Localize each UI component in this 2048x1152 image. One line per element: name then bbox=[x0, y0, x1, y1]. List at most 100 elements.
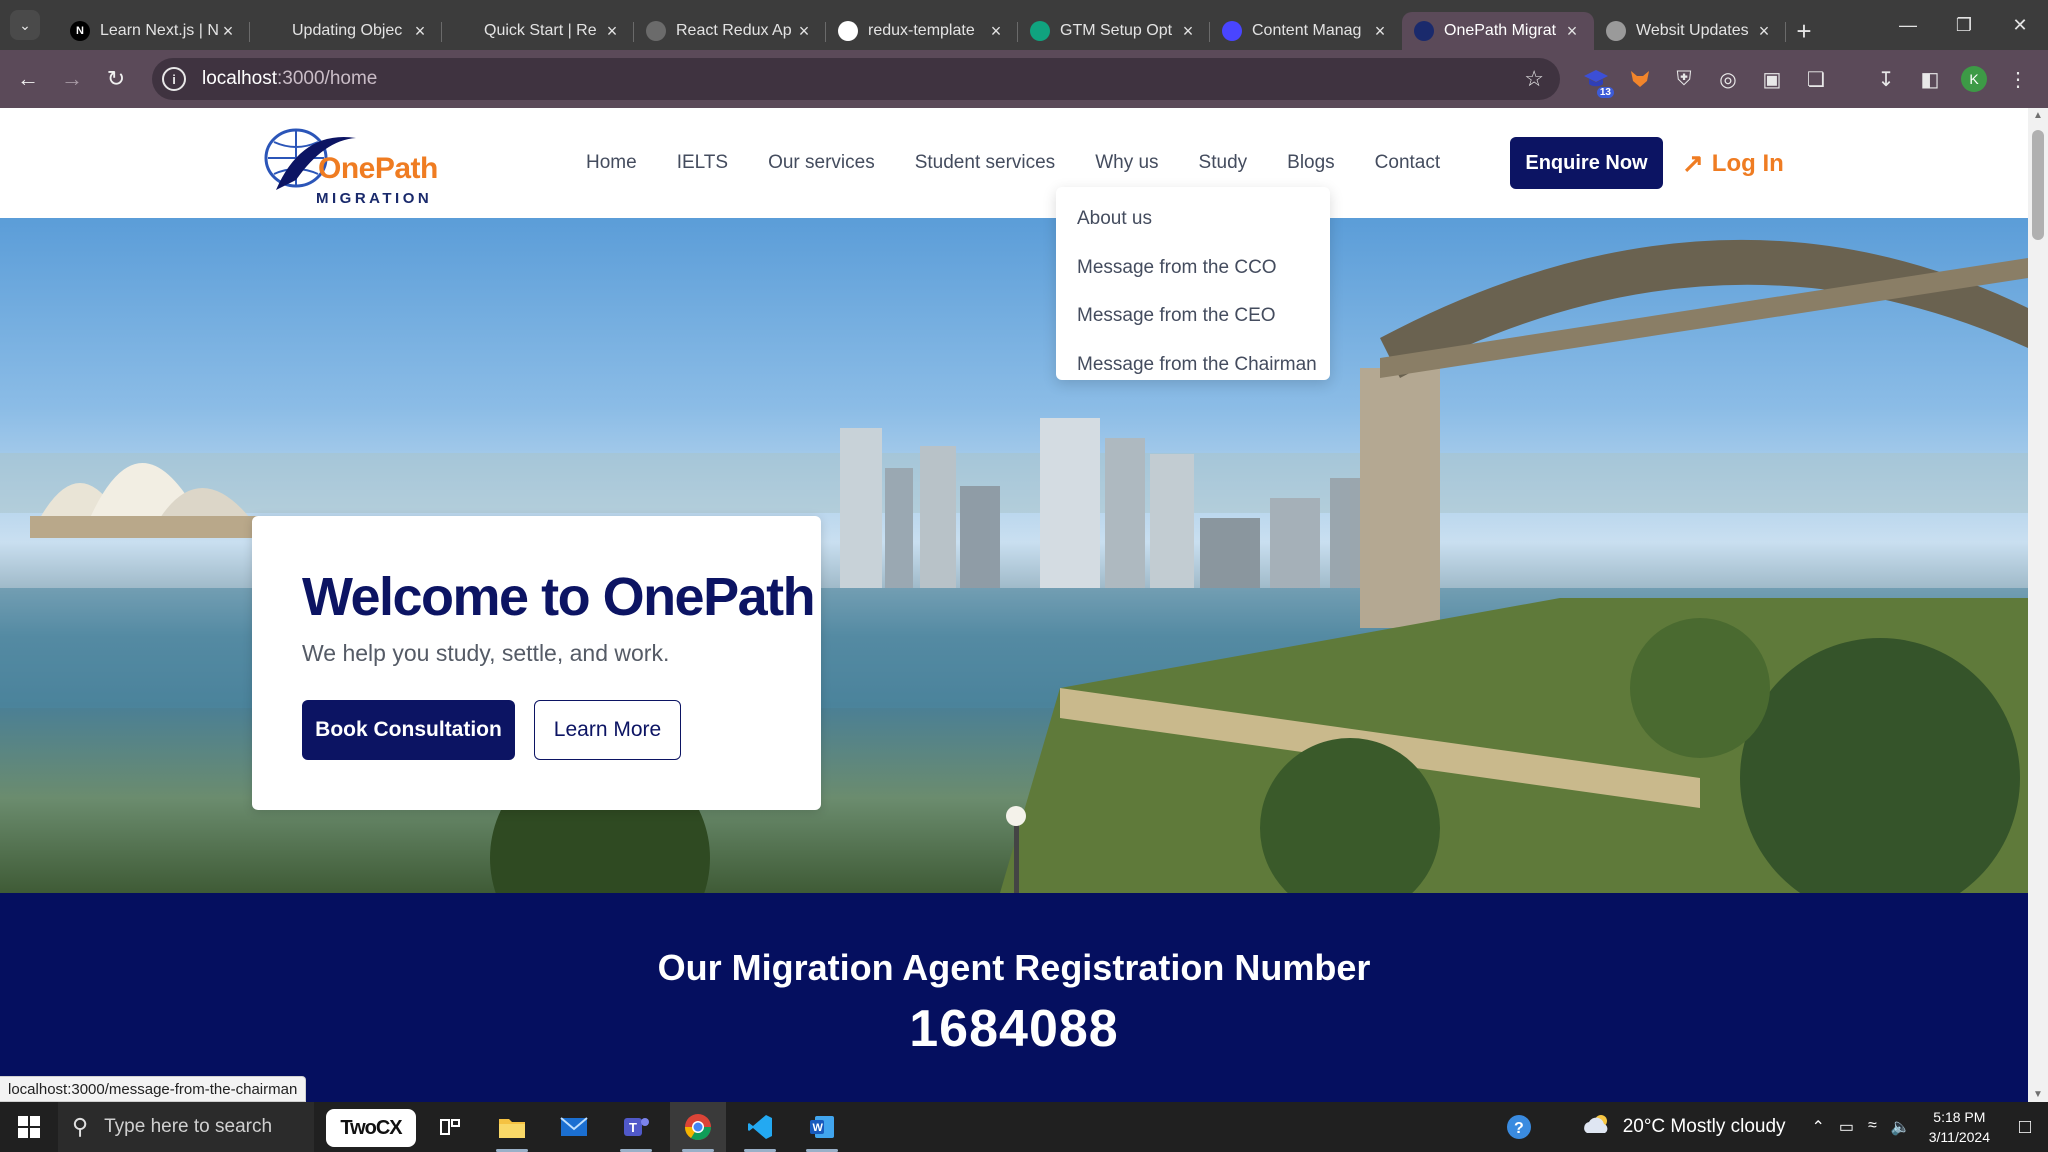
browser-tab[interactable]: N Learn Next.js | N × bbox=[58, 12, 250, 50]
show-hidden-icons-chevron-icon[interactable]: ⌃ bbox=[1812, 1117, 1825, 1137]
link-status-bubble: localhost:3000/message-from-the-chairman bbox=[0, 1076, 307, 1102]
dropdown-item-message-chairman[interactable]: Message from the Chairman bbox=[1056, 341, 1330, 390]
wifi-icon[interactable]: ≈ bbox=[1868, 1117, 1877, 1137]
dropdown-item-message-ceo[interactable]: Message from the CEO bbox=[1056, 292, 1330, 341]
battery-icon[interactable]: ▭ bbox=[1839, 1117, 1854, 1137]
tab-title: Learn Next.js | N bbox=[100, 22, 218, 39]
windows-taskbar: ⚲ Type here to search TwoCX T W ? 20°C M… bbox=[0, 1102, 2048, 1152]
close-window-icon[interactable]: ✕ bbox=[1992, 0, 2048, 50]
profile-avatar[interactable]: K bbox=[1954, 58, 1994, 100]
browser-tab[interactable]: Quick Start | Re × bbox=[442, 12, 634, 50]
nav-study[interactable]: Study bbox=[1199, 152, 1248, 174]
browser-tab[interactable]: React Redux Ap × bbox=[634, 12, 826, 50]
clock-date: 3/11/2024 bbox=[1928, 1129, 1990, 1145]
browser-toolbar: ← → ↻ i localhost:3000/home ☆ 13 ⛨ ◎ ▣ ❏… bbox=[0, 50, 2048, 108]
nav-home[interactable]: Home bbox=[586, 152, 637, 174]
taskbar-search-box[interactable]: ⚲ Type here to search bbox=[58, 1102, 314, 1152]
tab-close-icon[interactable]: × bbox=[1178, 21, 1198, 42]
login-link[interactable]: ↗ Log In bbox=[1682, 148, 1784, 179]
book-consultation-button[interactable]: Book Consultation bbox=[302, 700, 515, 760]
tab-title: Updating Objec bbox=[292, 22, 403, 39]
browser-tab[interactable]: Websit Updates × bbox=[1594, 12, 1786, 50]
extension-fox-icon[interactable] bbox=[1620, 58, 1660, 100]
tab-close-icon[interactable]: × bbox=[1562, 21, 1582, 42]
extension-target-icon[interactable]: ◎ bbox=[1708, 58, 1748, 100]
volume-icon[interactable]: 🔈 bbox=[1891, 1117, 1911, 1137]
svg-text:T: T bbox=[629, 1120, 637, 1135]
tab-close-icon[interactable]: × bbox=[794, 21, 814, 42]
side-panel-icon[interactable]: ◧ bbox=[1910, 58, 1950, 100]
tab-title: Websit Updates bbox=[1636, 22, 1749, 39]
chrome-icon[interactable] bbox=[670, 1102, 726, 1152]
file-explorer-icon[interactable] bbox=[484, 1102, 540, 1152]
twocx-app-button[interactable]: TwoCX bbox=[326, 1109, 416, 1147]
arrow-up-right-icon: ↗ bbox=[1682, 148, 1704, 178]
extension-camera-icon[interactable]: ▣ bbox=[1752, 58, 1792, 100]
reload-icon[interactable]: ↻ bbox=[94, 57, 138, 101]
taskbar-search-placeholder: Type here to search bbox=[104, 1116, 273, 1137]
tab-close-icon[interactable]: × bbox=[1370, 21, 1390, 42]
taskbar-clock[interactable]: 5:18 PM 3/11/2024 bbox=[1929, 1107, 1990, 1147]
page-scrollbar[interactable]: ▲ ▼ bbox=[2028, 108, 2048, 1102]
scrollbar-thumb[interactable] bbox=[2032, 130, 2044, 240]
address-bar[interactable]: i localhost:3000/home ☆ bbox=[152, 58, 1560, 100]
learn-more-button[interactable]: Learn More bbox=[534, 700, 681, 760]
new-tab-plus-icon[interactable]: + bbox=[1786, 12, 1822, 50]
svg-text:W: W bbox=[813, 1122, 824, 1134]
browser-tab[interactable]: OnePath Migrat × bbox=[1402, 12, 1594, 50]
tab-close-icon[interactable]: × bbox=[1754, 21, 1774, 42]
extension-shield-icon[interactable]: ⛨ bbox=[1664, 58, 1704, 100]
site-info-icon[interactable]: i bbox=[162, 67, 186, 91]
nav-student-services[interactable]: Student services bbox=[915, 152, 1055, 174]
window-controls: — ❐ ✕ bbox=[1880, 0, 2048, 50]
extensions-puzzle-icon[interactable]: ❏ bbox=[1796, 58, 1836, 100]
forward-icon[interactable]: → bbox=[50, 57, 94, 101]
help-icon[interactable]: ? bbox=[1497, 1113, 1541, 1141]
dropdown-item-message-cco[interactable]: Message from the CCO bbox=[1056, 244, 1330, 293]
nav-ielts[interactable]: IELTS bbox=[677, 152, 728, 174]
onepath-logo[interactable]: OnePath MIGRATION bbox=[262, 120, 438, 210]
tab-favicon-icon bbox=[1222, 21, 1242, 41]
tab-close-icon[interactable]: × bbox=[602, 21, 622, 42]
tab-title: redux-template bbox=[868, 22, 975, 39]
dropdown-item-about-us[interactable]: About us bbox=[1056, 195, 1330, 244]
tab-close-icon[interactable]: × bbox=[410, 21, 430, 42]
weather-widget[interactable]: 20°C Mostly cloudy bbox=[1581, 1113, 1786, 1141]
scroll-down-icon[interactable]: ▼ bbox=[2028, 1089, 2048, 1100]
extension-graduation-cap-icon[interactable]: 13 bbox=[1576, 58, 1616, 100]
tab-close-icon[interactable]: × bbox=[986, 21, 1006, 42]
teams-icon[interactable]: T bbox=[608, 1102, 664, 1152]
search-icon: ⚲ bbox=[72, 1114, 89, 1139]
notifications-icon[interactable]: □ bbox=[2002, 1102, 2048, 1152]
browser-tab[interactable]: Content Manag × bbox=[1210, 12, 1402, 50]
browser-tab[interactable]: Updating Objec × bbox=[250, 12, 442, 50]
nav-why-us[interactable]: Why us bbox=[1095, 152, 1158, 174]
bookmark-star-icon[interactable]: ☆ bbox=[1524, 66, 1544, 92]
nav-our-services[interactable]: Our services bbox=[768, 152, 875, 174]
task-view-icon[interactable] bbox=[422, 1102, 478, 1152]
browser-tab[interactable]: GTM Setup Opt × bbox=[1018, 12, 1210, 50]
nav-blogs[interactable]: Blogs bbox=[1287, 152, 1335, 174]
tab-favicon-icon bbox=[1606, 21, 1626, 41]
tab-search-chevron-icon[interactable]: ⌄ bbox=[10, 10, 40, 40]
restore-icon[interactable]: ❐ bbox=[1936, 0, 1992, 50]
url-text[interactable]: localhost:3000/home bbox=[202, 68, 377, 90]
page-viewport: Welcome to OnePath We help you study, se… bbox=[0, 108, 2048, 1102]
menu-kebab-icon[interactable]: ⋮ bbox=[1998, 58, 2038, 100]
back-icon[interactable]: ← bbox=[6, 57, 50, 101]
mail-icon[interactable] bbox=[546, 1102, 602, 1152]
scroll-up-icon[interactable]: ▲ bbox=[2028, 110, 2048, 121]
registration-section: Our Migration Agent Registration Number … bbox=[0, 893, 2028, 1102]
minimize-icon[interactable]: — bbox=[1880, 0, 1936, 50]
tab-favicon-icon bbox=[838, 21, 858, 41]
browser-tab[interactable]: redux-template × bbox=[826, 12, 1018, 50]
word-icon[interactable]: W bbox=[794, 1102, 850, 1152]
nav-contact[interactable]: Contact bbox=[1375, 152, 1440, 174]
windows-start-icon[interactable] bbox=[0, 1102, 58, 1152]
enquire-now-button[interactable]: Enquire Now bbox=[1510, 137, 1663, 189]
tab-favicon-icon bbox=[1030, 21, 1050, 41]
tab-close-icon[interactable]: × bbox=[218, 21, 238, 42]
tab-title: OnePath Migrat bbox=[1444, 22, 1557, 39]
vscode-icon[interactable] bbox=[732, 1102, 788, 1152]
downloads-icon[interactable]: ↧ bbox=[1866, 58, 1906, 100]
